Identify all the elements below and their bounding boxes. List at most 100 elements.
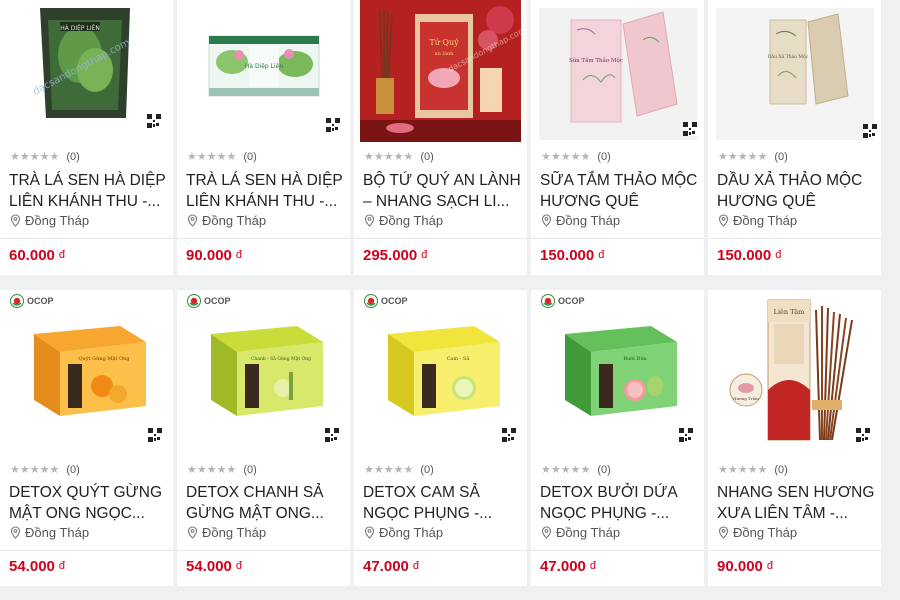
price: 90.000 đ: [186, 247, 242, 264]
product-image[interactable]: Chanh - Sả Gừng Mật Ong OCOP: [177, 290, 350, 445]
location-text: Đồng Tháp: [379, 213, 444, 228]
product-card[interactable]: Tứ Quý an lành dacsandongthap.com ★★★★★ (…: [354, 0, 527, 275]
ocop-logo-icon: [10, 294, 24, 308]
product-card[interactable]: HÀ DIỆP LIÊN dacsandongthap.com ★★★★★ (0)…: [0, 0, 173, 275]
location-pin-icon: [541, 214, 552, 227]
divider: [0, 238, 173, 239]
stars-icon: ★★★★★: [718, 151, 768, 163]
product-title[interactable]: DETOX CAM SẢ NGỌC PHỤNG -...: [363, 482, 521, 524]
location: Đồng Tháp: [364, 525, 443, 540]
price-value: 60.000: [9, 247, 55, 264]
location-text: Đồng Tháp: [556, 213, 621, 228]
qr-code-icon: [679, 428, 693, 442]
product-card[interactable]: Sữa Tắm Thảo Mộc ★★★★★ (0) SỮA TẮM THẢO M…: [531, 0, 704, 275]
location-pin-icon: [187, 214, 198, 227]
location: Đồng Tháp: [541, 525, 620, 540]
location-pin-icon: [541, 526, 552, 539]
product-title[interactable]: DẦU XẢ THẢO MỘC HƯƠNG QUÊ: [717, 170, 875, 212]
rating-count: (0): [774, 150, 788, 163]
price: 47.000 đ: [363, 558, 419, 575]
product-title[interactable]: DETOX QUÝT GỪNG MẬT ONG NGỌC...: [9, 482, 167, 524]
rating-count: (0): [243, 150, 257, 163]
stars-icon: ★★★★★: [187, 464, 237, 476]
location: Đồng Tháp: [541, 213, 620, 228]
product-title[interactable]: SỮA TẮM THẢO MỘC HƯƠNG QUÊ: [540, 170, 698, 212]
price-value: 150.000: [717, 247, 772, 264]
product-card[interactable]: Cam - Sả OCOP ★★★★★ (0) DETOX CAM SẢ NGỌC…: [354, 290, 527, 586]
location: Đồng Tháp: [10, 213, 89, 228]
price: 150.000 đ: [717, 247, 781, 264]
price: 54.000 đ: [9, 558, 65, 575]
location-text: Đồng Tháp: [556, 525, 621, 540]
product-card[interactable]: Quýt Gừng Mật Ong OCOP ★★★★★ (0) DETOX QU…: [0, 290, 173, 586]
price: 295.000 đ: [363, 247, 427, 264]
product-image[interactable]: Liên Tâm Hương Trầm: [708, 290, 881, 445]
product-title[interactable]: DETOX CHANH SẢ GỪNG MẬT ONG...: [186, 482, 344, 524]
ocop-badge: OCOP: [10, 294, 54, 308]
currency-symbol: đ: [235, 560, 243, 572]
product-card[interactable]: Liên Tâm Hương Trầm ★★★★★ (0) NHANG SEN H…: [708, 290, 881, 586]
product-card[interactable]: Chanh - Sả Gừng Mật Ong OCOP ★★★★★ (0) DE…: [177, 290, 350, 586]
ocop-badge: OCOP: [187, 294, 231, 308]
location-pin-icon: [10, 214, 21, 227]
rating: ★★★★★ (0): [718, 463, 788, 477]
qr-code-icon: [326, 118, 340, 132]
product-title[interactable]: NHANG SEN HƯƠNG XƯA LIÊN TÂM -...: [717, 482, 875, 524]
product-image[interactable]: Tứ Quý an lành dacsandongthap.com: [360, 0, 521, 142]
product-image[interactable]: Quýt Gừng Mật Ong OCOP: [0, 290, 173, 445]
product-image[interactable]: Hà Diệp Liên: [177, 0, 350, 142]
rating: ★★★★★ (0): [10, 150, 80, 164]
price: 150.000 đ: [540, 247, 604, 264]
rating: ★★★★★ (0): [364, 463, 434, 477]
product-title[interactable]: BỘ TỨ QUÝ AN LÀNH – NHANG SẠCH LI...: [363, 170, 521, 212]
rating-count: (0): [420, 150, 434, 163]
product-card[interactable]: Dầu Xả Thảo Mộc ★★★★★ (0) DẦU XẢ THẢO MỘC…: [708, 0, 881, 275]
price: 54.000 đ: [186, 558, 242, 575]
product-image[interactable]: Sữa Tắm Thảo Mộc: [531, 0, 704, 142]
price: 90.000 đ: [717, 558, 773, 575]
currency-symbol: đ: [235, 249, 243, 261]
rating: ★★★★★ (0): [364, 150, 434, 164]
rating-count: (0): [774, 463, 788, 476]
stars-icon: ★★★★★: [541, 151, 591, 163]
product-title[interactable]: DETOX BƯỞI DỨA NGỌC PHỤNG -...: [540, 482, 698, 524]
location-pin-icon: [10, 526, 21, 539]
location-pin-icon: [364, 214, 375, 227]
svg-text:Hà Diệp Liên: Hà Diệp Liên: [245, 63, 283, 70]
stars-icon: ★★★★★: [364, 464, 414, 476]
product-image[interactable]: Dầu Xả Thảo Mộc: [708, 0, 881, 142]
qr-code-icon: [148, 428, 162, 442]
product-card[interactable]: Bưởi Dứa OCOP ★★★★★ (0) DETOX BƯỞI DỨA NG…: [531, 290, 704, 586]
location-text: Đồng Tháp: [202, 525, 267, 540]
location: Đồng Tháp: [10, 525, 89, 540]
qr-code-icon: [325, 428, 339, 442]
product-title[interactable]: TRÀ LÁ SEN HÀ DIỆP LIÊN KHÁNH THU -...: [9, 170, 167, 212]
location: Đồng Tháp: [718, 213, 797, 228]
product-image[interactable]: HÀ DIỆP LIÊN dacsandongthap.com: [0, 0, 173, 142]
product-card[interactable]: Hà Diệp Liên ★★★★★ (0) TRÀ LÁ SEN HÀ DIỆP…: [177, 0, 350, 275]
price-value: 90.000: [186, 247, 232, 264]
stars-icon: ★★★★★: [541, 464, 591, 476]
svg-text:Cam - Sả: Cam - Sả: [447, 355, 470, 362]
ocop-logo-icon: [541, 294, 555, 308]
price-value: 150.000: [540, 247, 595, 264]
location: Đồng Tháp: [187, 525, 266, 540]
ocop-logo-icon: [187, 294, 201, 308]
divider: [708, 238, 881, 239]
price-value: 295.000: [363, 247, 418, 264]
stars-icon: ★★★★★: [187, 151, 237, 163]
divider: [531, 550, 704, 551]
product-image[interactable]: Bưởi Dứa OCOP: [531, 290, 704, 445]
divider: [354, 238, 527, 239]
currency-symbol: đ: [412, 560, 420, 572]
product-title[interactable]: TRÀ LÁ SEN HÀ DIỆP LIÊN KHÁNH THU -...: [186, 170, 344, 212]
rating: ★★★★★ (0): [541, 150, 611, 164]
rating-count: (0): [66, 150, 80, 163]
currency-symbol: đ: [589, 560, 597, 572]
product-image[interactable]: Cam - Sả OCOP: [354, 290, 527, 445]
location-text: Đồng Tháp: [733, 213, 798, 228]
rating: ★★★★★ (0): [10, 463, 80, 477]
price-value: 54.000: [9, 558, 55, 575]
rating-count: (0): [66, 463, 80, 476]
qr-code-icon: [683, 122, 697, 136]
